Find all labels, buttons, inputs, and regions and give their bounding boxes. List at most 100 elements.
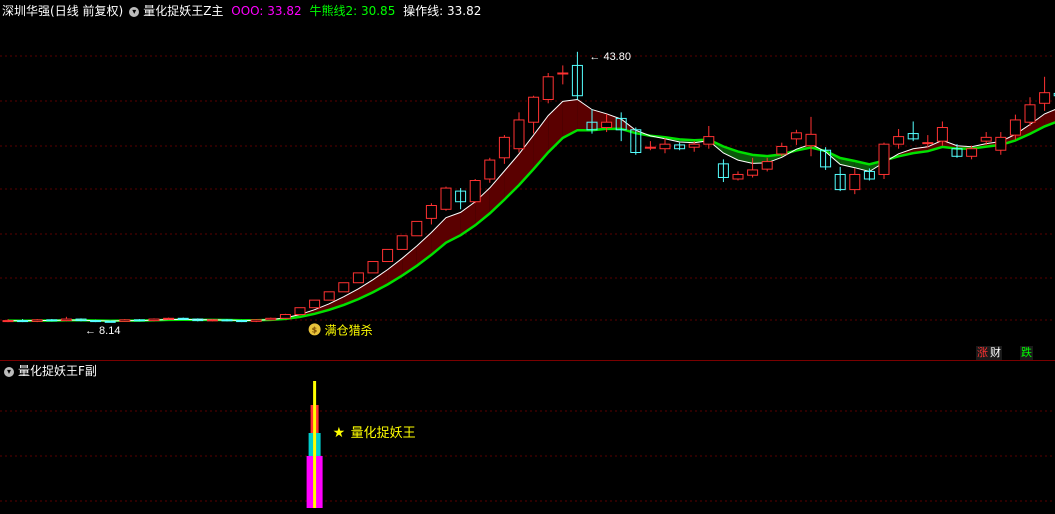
- candle-body: [995, 136, 1007, 151]
- candle-up: [338, 282, 350, 293]
- candle-up: [323, 291, 335, 301]
- candle-down: [133, 319, 145, 322]
- candle-up: [425, 203, 437, 225]
- candle-body: [338, 282, 350, 293]
- candle-up: [995, 132, 1007, 155]
- candle-up: [382, 248, 394, 263]
- candle-body: [469, 180, 481, 203]
- candle-up: [513, 112, 525, 153]
- candle-up: [309, 299, 321, 309]
- candle-up: [265, 317, 277, 321]
- op-label: 操作线:: [403, 4, 444, 18]
- candle-up: [528, 95, 540, 134]
- candle-body: [323, 291, 335, 301]
- candle-down: [907, 121, 919, 142]
- candle-body: [2, 320, 14, 323]
- candle-up: [542, 73, 554, 104]
- candle-body: [148, 318, 160, 322]
- candle-body: [177, 317, 189, 320]
- candle-up: [396, 235, 408, 250]
- candle-body: [265, 317, 277, 321]
- candle-up: [1024, 97, 1036, 126]
- candle-body: [104, 320, 116, 323]
- candle-body: [425, 205, 437, 219]
- sub-indicator-chart[interactable]: ★ 量化捉妖王: [0, 381, 1055, 514]
- candle-body: [513, 119, 525, 150]
- candle-body: [279, 314, 291, 319]
- candle-down: [90, 319, 102, 323]
- fall-badge[interactable]: 跌: [1020, 346, 1033, 360]
- candle-body: [528, 96, 540, 123]
- candle-body: [1039, 92, 1051, 104]
- candle-down: [820, 147, 832, 170]
- bull-label: 牛熊线2:: [309, 4, 358, 18]
- candle-body: [1009, 119, 1021, 136]
- rise-badge[interactable]: 涨: [976, 346, 989, 360]
- candle-body: [352, 272, 364, 284]
- ooo-label: OOO:: [231, 4, 264, 18]
- candle-up: [163, 317, 175, 320]
- period-label[interactable]: (日线 前复权): [50, 4, 123, 18]
- signal-bar-spike: [313, 381, 317, 508]
- candle-down: [236, 319, 248, 323]
- candle-up: [659, 138, 671, 154]
- candle-up: [790, 129, 802, 145]
- candle-up: [484, 157, 496, 183]
- sub-chart-header: ▾ 量化捉妖王F副: [2, 361, 101, 381]
- candle-up: [703, 126, 715, 149]
- candle-body: [294, 307, 306, 316]
- candle-down: [104, 320, 116, 323]
- candle-up: [440, 186, 452, 211]
- bull-value: 30.85: [360, 4, 396, 18]
- candle-body: [90, 320, 102, 323]
- candle-up: [411, 220, 423, 237]
- candle-body: [60, 318, 72, 322]
- candle-body: [17, 320, 29, 323]
- star-icon: ★: [333, 425, 346, 441]
- wealth-badge[interactable]: 财: [989, 346, 1002, 360]
- candle-body: [396, 235, 408, 250]
- signal-text: 满仓猎杀: [325, 322, 373, 337]
- candle-up: [250, 319, 262, 323]
- candle-body: [221, 319, 233, 322]
- candle-up: [294, 307, 306, 316]
- candle-up: [498, 135, 510, 164]
- candle-down: [571, 51, 583, 100]
- candle-body: [644, 146, 656, 149]
- candle-body: [922, 142, 934, 145]
- candle-body: [601, 121, 613, 129]
- candle-body: [893, 136, 905, 145]
- candle-body: [761, 161, 773, 170]
- op-value: 33.82: [447, 4, 482, 18]
- candle-up: [805, 116, 817, 157]
- candle-body: [878, 143, 890, 175]
- main-candlestick-chart[interactable]: ← 43.80 ← 8.14 $ 满仓猎杀: [0, 20, 1055, 360]
- candle-down: [834, 166, 846, 192]
- candle-body: [236, 320, 248, 323]
- candle-up: [732, 171, 744, 181]
- candle-body: [411, 220, 423, 237]
- candle-down: [717, 159, 729, 183]
- candle-body: [659, 143, 671, 150]
- sub-settings-circle-icon[interactable]: ▾: [4, 366, 14, 377]
- sub-indicator-name[interactable]: 量化捉妖王F副: [18, 364, 97, 378]
- candle-body: [703, 136, 715, 145]
- main-chart-header: 深圳华强(日线 前复权) ▾ 量化捉妖王Z主 OOO: 33.82 牛熊线2: 30…: [2, 1, 485, 21]
- candle-body: [747, 169, 759, 176]
- candle-down: [177, 317, 189, 320]
- sub-signal-label: 量化捉妖王: [351, 426, 416, 441]
- candle-up: [469, 179, 481, 204]
- indicator-name[interactable]: 量化捉妖王Z主: [143, 4, 223, 18]
- candle-body: [31, 319, 43, 322]
- ooo-value: 33.82: [267, 4, 302, 18]
- candle-body: [133, 319, 145, 322]
- candle-body: [936, 127, 948, 142]
- money-bag-symbol: $: [312, 325, 318, 334]
- candle-down: [46, 319, 58, 322]
- stock-name[interactable]: 深圳华强: [2, 4, 50, 18]
- candle-body: [250, 319, 262, 322]
- candle-up: [279, 313, 291, 320]
- candle-body: [542, 76, 554, 100]
- candle-up: [119, 319, 131, 322]
- settings-circle-icon[interactable]: ▾: [129, 6, 140, 17]
